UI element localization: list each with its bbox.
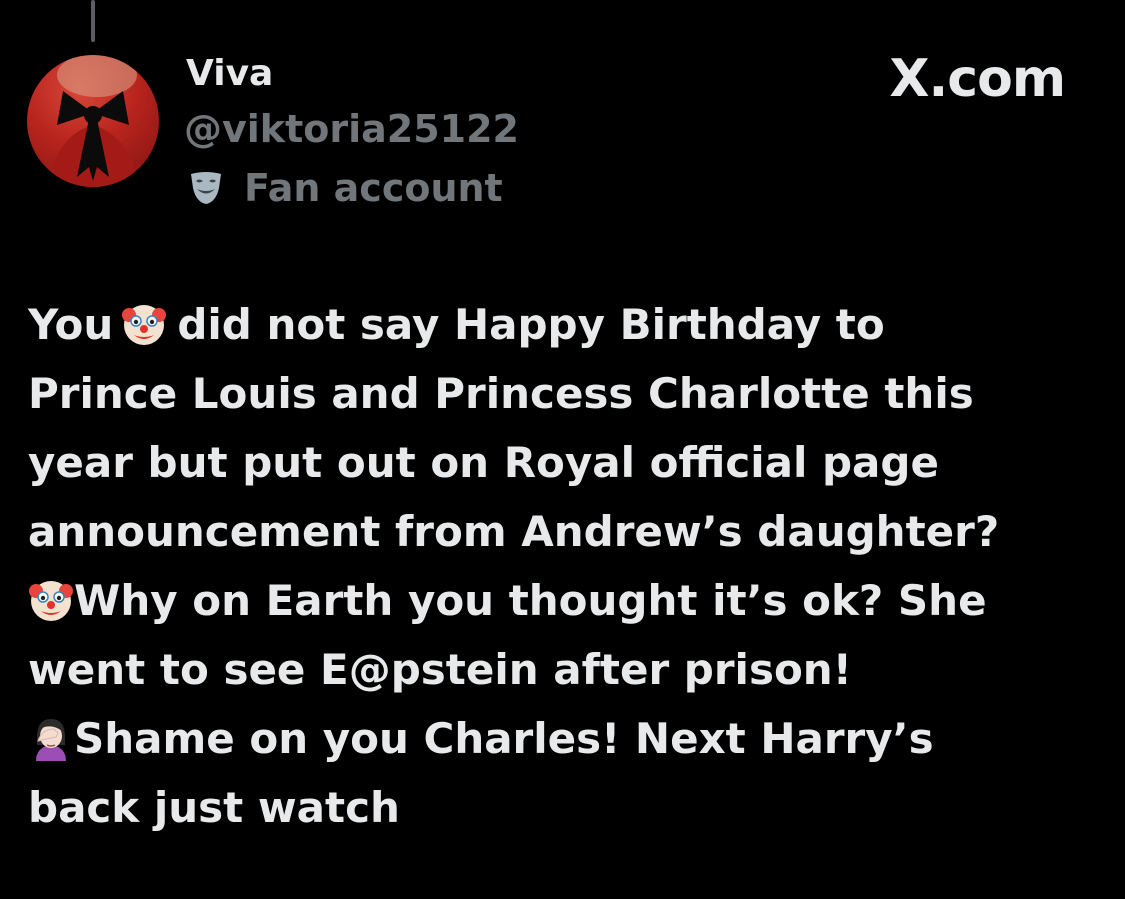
author-display-name[interactable]: Viva xyxy=(186,52,273,96)
avatar-image xyxy=(47,55,139,187)
tweet-text-segment: Why on Earth you thought it’s ok? She xyxy=(74,576,987,625)
tweet-line-8: back just watch xyxy=(28,783,400,832)
affiliation-label-text: Fan account xyxy=(244,166,503,210)
tweet-text-segment: You xyxy=(28,300,114,349)
tweet-text: You did not say Happy Birthday to Prince… xyxy=(28,290,1108,842)
tweet-line-5: Why on Earth you thought it’s ok? She xyxy=(28,566,1108,635)
author-handle[interactable]: @viktoria25122 xyxy=(184,106,519,152)
x-com-logo: X.com xyxy=(889,49,1066,109)
theater-mask-icon xyxy=(188,170,224,206)
tweet-text-segment: did not say Happy Birthday to xyxy=(177,300,885,349)
tweet-line-3: year but put out on Royal official page xyxy=(28,438,939,487)
clown-face-emoji-icon xyxy=(121,301,167,347)
tweet-text-segment: Shame on you Charles! Next Harry’s xyxy=(74,714,934,763)
tweet-line-6: went to see E@pstein after prison! xyxy=(28,645,852,694)
woman-facepalming-emoji-icon xyxy=(28,715,74,761)
clown-face-emoji-icon xyxy=(28,577,74,623)
avatar[interactable] xyxy=(27,55,159,187)
affiliation-label: Fan account xyxy=(188,165,503,211)
thread-connector-line xyxy=(91,0,95,42)
tweet-line-2: Prince Louis and Princess Charlotte this xyxy=(28,369,974,418)
tweet-line-7: Shame on you Charles! Next Harry’s xyxy=(28,704,1108,773)
tweet-line-4: announcement from Andrew’s daughter? xyxy=(28,507,1000,556)
tweet-line-1: You did not say Happy Birthday to xyxy=(28,290,1108,359)
